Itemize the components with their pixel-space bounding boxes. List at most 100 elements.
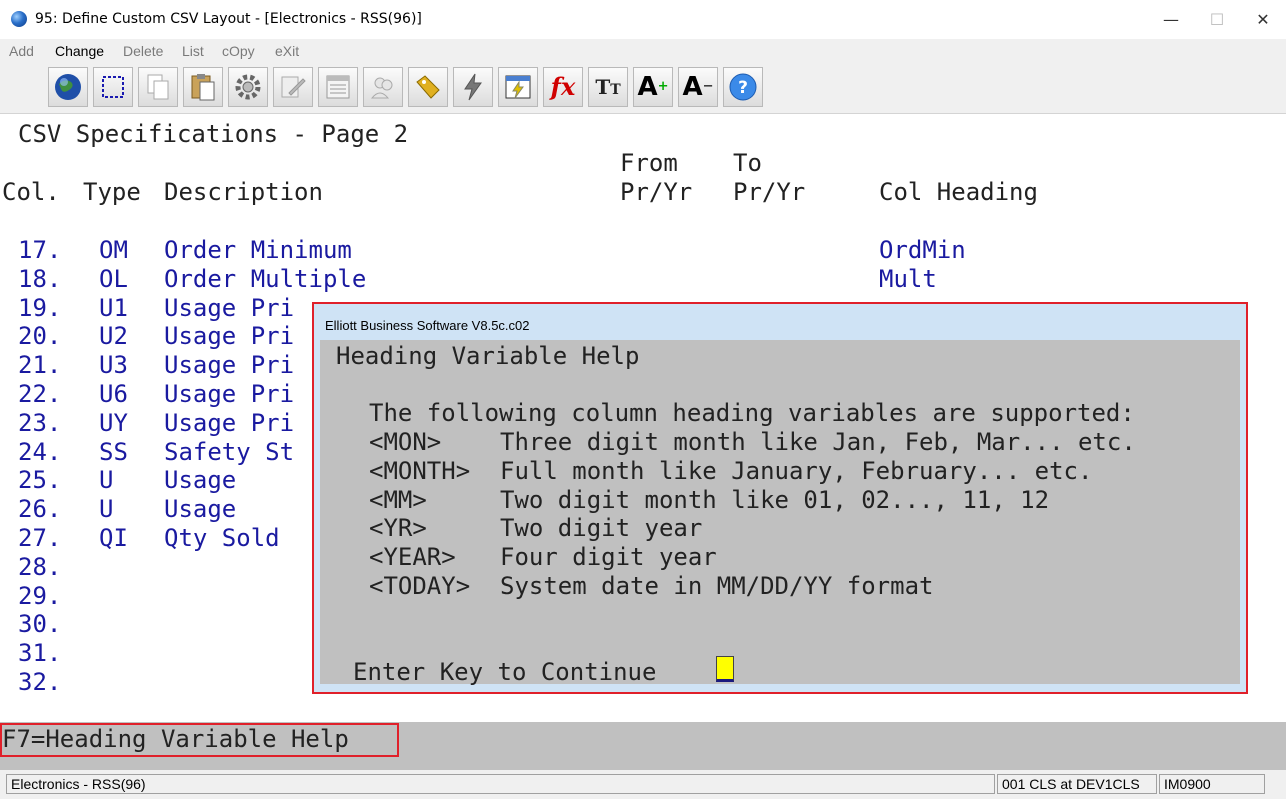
row-type[interactable]: OL — [99, 265, 128, 293]
variable-description: Two digit year — [500, 514, 703, 543]
variable-description: System date in MM/DD/YY format — [500, 572, 934, 600]
status-company: Electronics - RSS(96) — [6, 774, 995, 794]
minimize-button[interactable]: — — [1148, 0, 1194, 39]
font-increase-icon[interactable]: A+ — [633, 67, 673, 107]
row-description[interactable]: Qty Sold — [164, 524, 280, 552]
lightning-icon[interactable] — [453, 67, 493, 107]
toolbar: fx TT A+ A− ? — [0, 63, 1286, 114]
fkey-bar: F7=Heading Variable Help — [0, 722, 1286, 770]
users-icon[interactable] — [363, 67, 403, 107]
row-description[interactable]: Usage Pri — [164, 294, 294, 322]
menu-exit[interactable]: eXit — [275, 43, 299, 59]
row-description[interactable]: Usage Pri — [164, 351, 294, 379]
edit-icon[interactable] — [273, 67, 313, 107]
gear-icon[interactable] — [228, 67, 268, 107]
dialog-title: Elliott Business Software V8.5c.c02 — [325, 318, 530, 333]
svg-text:?: ? — [738, 78, 748, 98]
font-decrease-icon[interactable]: A− — [678, 67, 718, 107]
row-number: 21. — [18, 351, 62, 380]
row-number: 32. — [18, 668, 62, 696]
header-description: Description — [164, 178, 323, 206]
menu-copy[interactable]: cOpy — [222, 43, 255, 59]
close-button[interactable]: ✕ — [1240, 0, 1286, 39]
row-description[interactable]: Usage Pri — [164, 409, 294, 437]
row-number: 17. — [18, 236, 62, 264]
status-bar: Electronics - RSS(96) 001 CLS at DEV1CLS… — [0, 770, 1286, 799]
row-number: 22. — [18, 380, 62, 408]
row-type[interactable]: OM — [99, 236, 128, 264]
row-number: 24. — [18, 437, 62, 466]
row-description[interactable]: Safety St — [164, 438, 294, 466]
row-number: 27. — [18, 524, 62, 552]
tag-icon[interactable] — [408, 67, 448, 107]
row-type[interactable]: U — [99, 495, 113, 523]
row-number: 28. — [18, 552, 62, 581]
dialog-heading: Heading Variable Help — [336, 342, 640, 370]
maximize-button[interactable]: ☐ — [1194, 0, 1240, 39]
header-type: Type — [83, 178, 141, 206]
variable-name: <YR> — [369, 514, 427, 543]
fkey-f7-help[interactable]: F7=Heading Variable Help — [2, 725, 349, 753]
row-number: 31. — [18, 639, 62, 668]
dialog-intro: The following column heading variables a… — [369, 399, 1135, 427]
title-bar: 95: Define Custom CSV Layout - [Electron… — [0, 0, 1286, 39]
row-description[interactable]: Order Multiple — [164, 265, 366, 293]
function-icon[interactable]: fx — [543, 67, 583, 107]
variable-name: <TODAY> — [369, 572, 471, 600]
row-type[interactable]: QI — [99, 524, 128, 552]
row-description[interactable]: Usage — [164, 495, 236, 523]
row-type[interactable]: U6 — [99, 380, 128, 408]
window-title: 95: Define Custom CSV Layout - [Electron… — [35, 11, 422, 27]
row-type[interactable]: U3 — [99, 351, 128, 379]
menu-delete[interactable]: Delete — [123, 43, 163, 59]
variable-name: <MM> — [369, 485, 427, 514]
row-type[interactable]: SS — [99, 438, 128, 466]
input-cursor[interactable] — [716, 656, 734, 682]
calendar-icon[interactable] — [498, 67, 538, 107]
row-number: 23. — [18, 408, 62, 437]
row-number: 26. — [18, 495, 62, 524]
row-number: 25. — [18, 466, 62, 495]
copy-icon[interactable] — [138, 67, 178, 107]
row-number: 20. — [18, 322, 62, 351]
variable-description: Four digit year — [500, 543, 717, 572]
row-description[interactable]: Usage Pri — [164, 380, 294, 408]
menu-bar: Add Change Delete List cOpy eXit — [0, 39, 1286, 63]
text-size-icon[interactable]: TT — [588, 67, 628, 107]
header-col-heading: Col Heading — [879, 178, 1038, 206]
row-description[interactable]: Usage Pri — [164, 322, 294, 350]
menu-add[interactable]: Add — [9, 43, 34, 59]
row-type[interactable]: U — [99, 466, 113, 494]
help-icon[interactable]: ? — [723, 67, 763, 107]
row-number: 18. — [18, 264, 62, 293]
row-number: 30. — [18, 610, 62, 639]
paste-icon[interactable] — [183, 67, 223, 107]
list-icon[interactable] — [318, 67, 358, 107]
row-number: 19. — [18, 293, 62, 322]
header-col: Col. — [2, 178, 60, 206]
continue-prompt: Enter Key to Continue — [353, 658, 657, 686]
variable-description: Full month like January, February... etc… — [500, 456, 1093, 485]
header-from: From — [620, 149, 678, 177]
variable-description: Three digit month like Jan, Feb, Mar... … — [500, 428, 1136, 456]
header-to-pryr: Pr/Yr — [733, 178, 806, 206]
globe-icon[interactable] — [48, 67, 88, 107]
page-title: CSV Specifications - Page 2 — [18, 120, 409, 148]
row-type[interactable]: U1 — [99, 294, 128, 322]
menu-list[interactable]: List — [182, 43, 204, 59]
variable-name: <MON> — [369, 428, 442, 456]
row-description[interactable]: Order Minimum — [164, 236, 352, 264]
variable-name: <MONTH> — [369, 456, 471, 485]
row-type[interactable]: U2 — [99, 322, 128, 350]
row-number: 29. — [18, 581, 62, 610]
menu-change[interactable]: Change — [55, 43, 104, 59]
app-globe-icon[interactable] — [11, 11, 27, 27]
variable-description: Two digit month like 01, 02..., 11, 12 — [500, 485, 1050, 514]
status-program: IM0900 — [1159, 774, 1265, 794]
row-type[interactable]: UY — [99, 409, 128, 437]
select-area-icon[interactable] — [93, 67, 133, 107]
row-col-heading[interactable]: OrdMin — [879, 236, 966, 264]
row-col-heading[interactable]: Mult — [879, 265, 937, 293]
variable-name: <YEAR> — [369, 543, 456, 572]
row-description[interactable]: Usage — [164, 466, 236, 494]
